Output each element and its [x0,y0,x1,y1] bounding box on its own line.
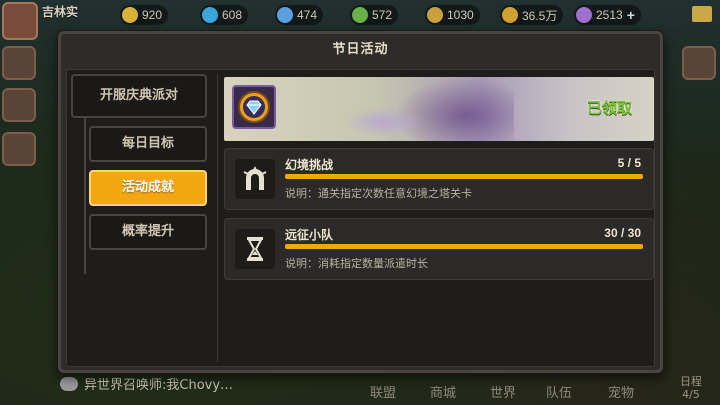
event-tab-list: 开服庆典派对 每日目标 活动成就 概率提升 [71,74,211,362]
achievement-description: 说明：通关指定次数任意幻境之塔关卡 [285,187,472,200]
schedule-button[interactable]: 日程 4/5 [668,375,714,401]
side-character-icon[interactable] [682,46,716,80]
achievement-count: 30 / 30 [604,226,641,240]
nav-shop[interactable]: 商城 [418,382,468,401]
achievement-progress-fill [285,174,643,179]
dialog-body: 开服庆典派对 每日目标 活动成就 概率提升 已领取 幻境挑战 5 / 5 说明：… [66,69,655,367]
resource-bar: 吉林实 920 608 474 572 1030 36.5万 2513 + [0,0,720,30]
reward-banner: 已领取 [224,77,654,141]
resource-gold: 920 [120,5,169,25]
gold-coin-icon [122,7,138,23]
resource-crystal: 474 [275,5,324,25]
resource-value: 572 [372,8,393,22]
nav-alliance[interactable]: 联盟 [358,382,408,401]
achievement-name: 远征小队 [285,228,334,242]
nav-world[interactable]: 世界 [478,382,528,401]
tab-launch-celebration[interactable]: 开服庆典派对 [71,74,207,118]
tab-connector-line [84,118,86,274]
resource-value: 920 [142,8,163,22]
resource-coin: 36.5万 [500,5,564,25]
side-pet-icon[interactable] [2,132,36,166]
horseshoe-gate-icon [235,159,275,199]
schedule-label: 日程 [680,375,702,388]
chat-message: 异世界召唤师:我Chovy… [84,378,234,393]
dialog-title: 节日活动 [332,42,389,57]
achievement-row: 远征小队 30 / 30 说明：消耗指定数量派遣时长 [224,218,654,280]
resource-value: 1030 [447,8,474,22]
resource-value: 608 [222,8,243,22]
leaf-icon [352,7,368,23]
resource-gem[interactable]: 2513 + [574,5,641,25]
diamond-icon [202,7,218,23]
hourglass-icon [235,229,275,269]
side-hero-icon[interactable] [2,88,36,122]
resource-wheat: 1030 [425,5,480,25]
crystal-icon [277,7,293,23]
claimed-status: 已领取 [586,99,632,117]
gem-icon [576,7,592,23]
chat-preview[interactable]: 异世界召唤师:我Chovy… [60,374,233,393]
resource-diamond: 608 [200,5,249,25]
resource-value: 36.5万 [522,8,558,23]
tab-daily-goals[interactable]: 每日目标 [89,126,207,162]
tab-rate-up[interactable]: 概率提升 [89,214,207,250]
achievement-name: 幻境挑战 [285,158,334,172]
achievement-panel: 已领取 幻境挑战 5 / 5 说明：通关指定次数任意幻境之塔关卡 远征小队 30… [217,74,654,362]
add-gem-button[interactable]: + [627,7,635,23]
achievement-row: 幻境挑战 5 / 5 说明：通关指定次数任意幻境之塔关卡 [224,148,654,210]
player-name: 吉林实 [42,5,79,19]
resource-value: 2513 [596,8,623,22]
resource-leaf: 572 [350,5,399,25]
achievement-progress-bar [285,174,643,179]
achievement-description: 说明：消耗指定数量派遣时长 [285,257,428,270]
diamond-badge-icon[interactable] [232,85,276,129]
wheat-icon [427,7,443,23]
coin-icon [502,7,518,23]
chat-bubble-icon [60,376,78,391]
nav-pet[interactable]: 宠物 [596,382,646,401]
achievement-progress-fill [285,244,643,249]
side-hero-icon[interactable] [2,46,36,80]
resource-value: 474 [297,8,318,22]
nav-team[interactable]: 队伍 [534,382,584,401]
mail-icon[interactable] [692,6,712,22]
tab-event-achievements[interactable]: 活动成就 [89,170,207,206]
schedule-count: 4/5 [682,388,700,401]
banner-artwork [344,107,424,137]
achievement-count: 5 / 5 [617,156,641,170]
festival-event-dialog: 节日活动 开服庆典派对 每日目标 活动成就 概率提升 已领取 幻境挑战 5 / … [58,31,663,373]
achievement-progress-bar [285,244,643,249]
